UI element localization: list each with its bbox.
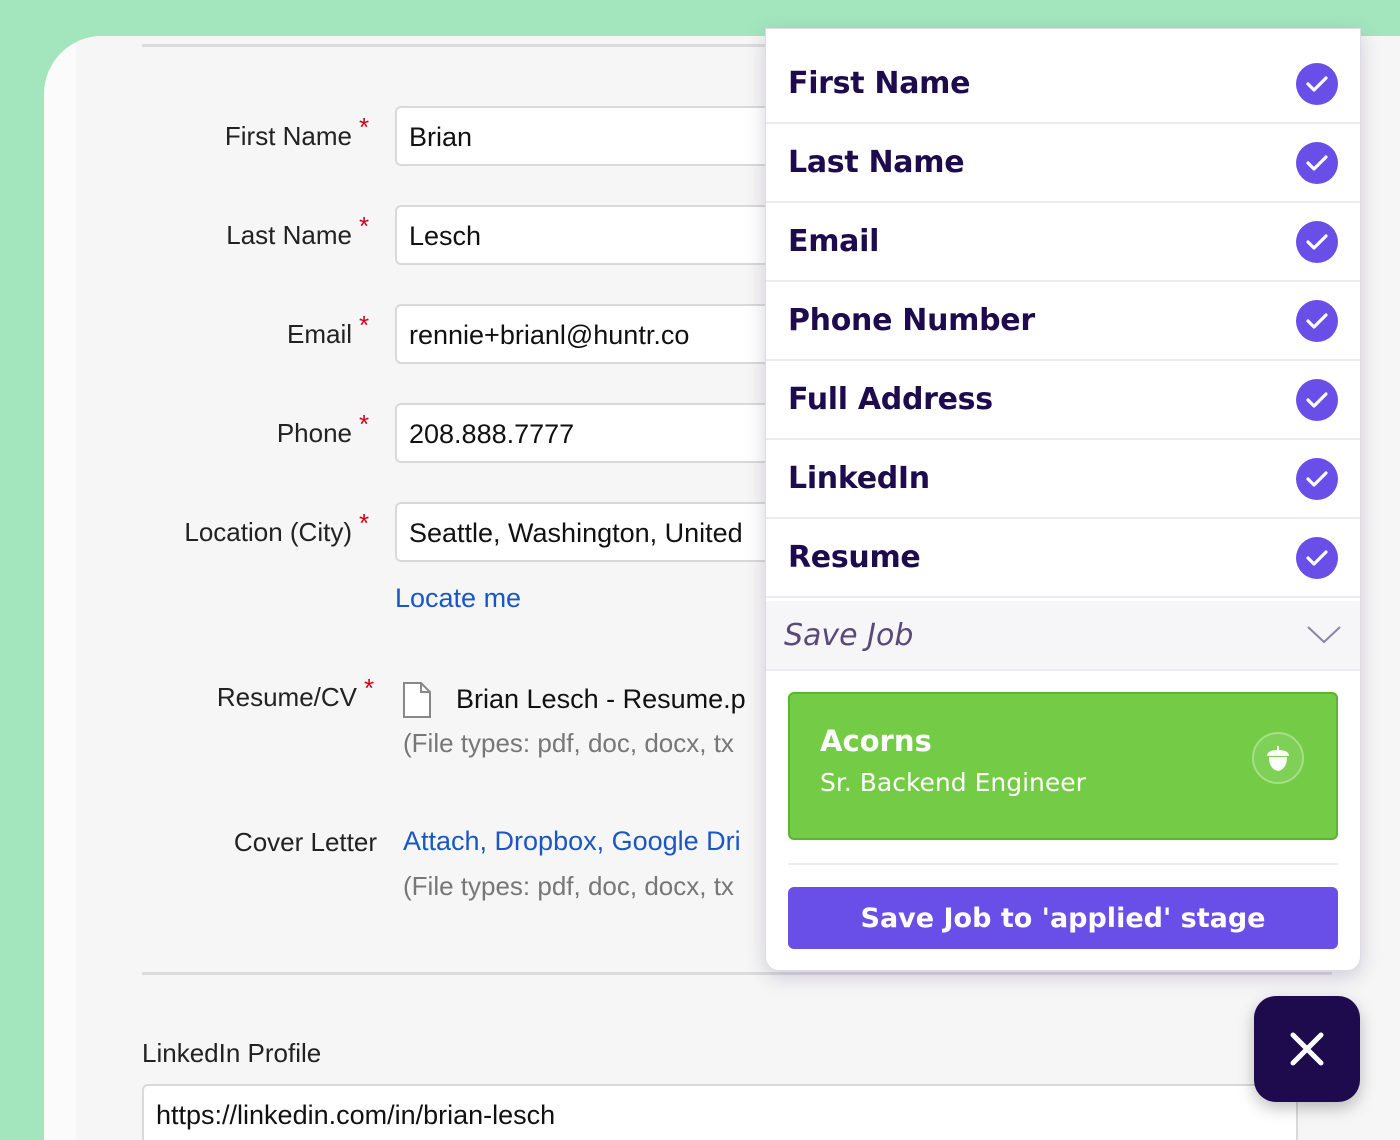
file-icon [403,682,431,718]
last-name-required-mark: * [359,211,370,241]
chevron-down-icon[interactable] [1306,624,1342,646]
check-icon [1296,220,1338,263]
resume-file-types: (File types: pdf, doc, docx, tx [403,728,734,758]
first-name-input[interactable]: Brian [395,106,815,166]
location-label: Location (City) [184,517,352,547]
autofill-field-label: Full Address [788,382,993,417]
close-button[interactable] [1254,996,1360,1102]
autofill-field-row[interactable]: Last Name [766,124,1360,203]
check-icon [1296,141,1338,184]
check-icon [1296,62,1338,105]
job-title: Sr. Backend Engineer [820,768,1086,797]
save-job-header[interactable]: Save Job [766,601,1360,671]
phone-required-mark: * [359,409,370,439]
linkedin-profile-input[interactable]: https://linkedin.com/in/brian-lesch [142,1084,1298,1140]
job-company: Acorns [820,724,932,758]
autofill-field-label: Resume [788,540,921,575]
locate-me-link[interactable]: Locate me [395,583,521,614]
last-name-input[interactable]: Lesch [395,205,815,265]
job-card[interactable]: Acorns Sr. Backend Engineer [788,692,1338,840]
cover-letter-file-types: (File types: pdf, doc, docx, tx [403,871,734,901]
autofill-field-row[interactable]: Email [766,203,1360,282]
resume-required-mark: * [364,673,375,703]
cover-letter-label: Cover Letter [233,827,377,857]
autofill-panel: First Name Last Name Email Phone Number Full… [765,28,1361,971]
autofill-field-row[interactable]: Full Address [766,361,1360,440]
autofill-field-row[interactable]: First Name [766,45,1360,124]
autofill-field-row[interactable]: LinkedIn [766,440,1360,519]
linkedin-profile-label: LinkedIn Profile [142,1038,322,1068]
check-icon [1296,457,1338,500]
autofill-field-label: Email [788,224,880,259]
check-icon [1296,536,1338,579]
autofill-field-label: Phone Number [788,303,1035,338]
last-name-label: Last Name [226,220,352,250]
autofill-field-label: First Name [788,66,971,101]
first-name-label: First Name [224,121,352,151]
check-icon [1296,299,1338,342]
autofill-field-row[interactable]: Phone Number [766,282,1360,361]
email-required-mark: * [359,310,370,340]
location-input[interactable]: Seattle, Washington, United [395,502,815,562]
phone-input[interactable]: 208.888.7777 [395,403,815,463]
email-label: Email [286,319,352,349]
close-icon [1290,1032,1324,1066]
resume-file-name[interactable]: Brian Lesch - Resume.p [456,684,746,715]
check-icon [1296,378,1338,421]
save-job-title: Save Job [784,617,914,653]
panel-divider [788,863,1338,865]
location-required-mark: * [359,508,370,538]
autofill-field-label: Last Name [788,145,965,180]
first-name-required-mark: * [359,112,370,142]
email-input[interactable]: rennie+brianl@huntr.co [395,304,815,364]
acorn-icon [1252,732,1304,784]
resume-label: Resume/CV [216,682,357,712]
save-job-button[interactable]: Save Job to 'applied' stage [788,887,1338,949]
autofill-field-label: LinkedIn [788,461,930,496]
autofill-field-row[interactable]: Resume [766,519,1360,598]
phone-label: Phone [276,418,352,448]
cover-letter-attach-links[interactable]: Attach, Dropbox, Google Dri [403,826,741,857]
bottom-divider [142,972,1332,975]
